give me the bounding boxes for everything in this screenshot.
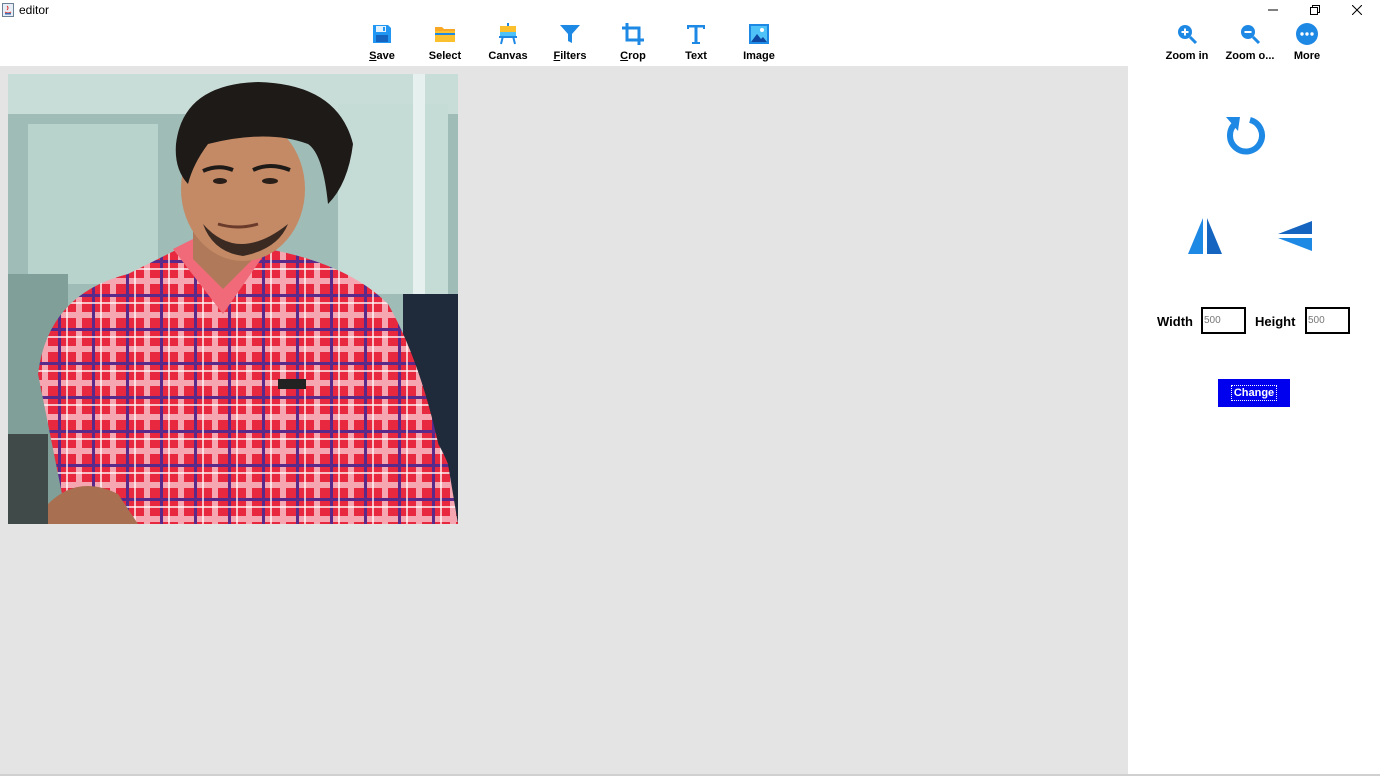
restore-icon [1310,5,1320,15]
text-icon [687,25,705,44]
edited-photo[interactable] [8,74,458,524]
save-icon [373,25,391,43]
image-label: Image [743,50,775,62]
filters-button[interactable]: Filters [540,22,600,66]
zoom-in-label: Zoom in [1165,50,1209,62]
width-field[interactable] [1201,307,1246,334]
flip-horizontal-icon[interactable] [1186,216,1224,256]
photo-image [8,74,458,524]
image-button[interactable]: Image [729,22,789,66]
flip-vertical-icon[interactable] [1276,216,1314,256]
minimize-icon [1268,9,1278,11]
close-icon [1352,5,1362,15]
zoom-in-button[interactable]: Zoom in [1157,22,1217,66]
zoom-out-label: Zoom o... [1225,50,1275,62]
easel-icon [499,23,517,45]
canvas-button[interactable]: Canvas [478,22,538,66]
minimize-button[interactable] [1253,0,1293,20]
image-icon [749,24,769,44]
crop-label: Crop [620,50,646,62]
change-button[interactable]: Change [1218,379,1290,407]
canvas-label: Canvas [488,50,528,62]
more-button[interactable]: More [1277,22,1337,66]
java-app-icon [2,3,14,17]
folder-icon [435,27,455,42]
canvas-area[interactable] [0,66,1128,774]
title-bar[interactable]: editor [0,0,1380,20]
filters-label: Filters [553,50,587,62]
zoom-out-button[interactable]: Zoom o... [1220,22,1280,66]
editor-window: editor Save Select Canvas Filters Crop T… [0,0,1380,776]
height-field[interactable] [1305,307,1350,334]
change-button-label: Change [1230,385,1278,401]
rotate-icon[interactable] [1224,114,1266,158]
close-button[interactable] [1337,0,1377,20]
window-title: editor [19,3,50,17]
save-button[interactable]: Save [352,22,412,66]
crop-button[interactable]: Crop [603,22,663,66]
text-label: Text [685,50,707,62]
height-label: Height [1255,314,1296,329]
save-label: Save [369,50,395,62]
crop-icon [622,23,644,45]
zoom-out-icon [1241,25,1261,45]
select-button[interactable]: Select [415,22,475,66]
text-button[interactable]: Text [666,22,726,66]
zoom-in-icon [1178,25,1198,45]
more-label: More [1293,50,1321,62]
restore-button[interactable] [1295,0,1335,20]
filter-icon [560,25,580,43]
side-panel: Width Height Change [1128,66,1380,774]
width-label: Width [1157,314,1193,329]
more-icon [1296,23,1318,45]
select-label: Select [428,50,462,62]
